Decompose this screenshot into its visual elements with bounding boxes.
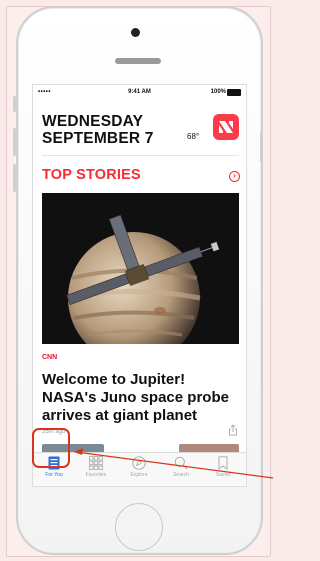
search-icon [174,456,188,470]
tab-label: Explore [130,472,148,478]
status-bar: ••••• 9:41 AM 100% [33,85,246,99]
date-heading: WEDNESDAY SEPTEMBER 7 [42,113,154,147]
phone-screen: ••••• 9:41 AM 100% WEDNESDAY SEPTEMBER 7… [32,84,247,487]
header-divider [42,155,239,156]
compass-icon [132,456,146,470]
tab-saved[interactable]: Saved [205,456,241,478]
chevron-right-icon[interactable]: › [229,171,240,182]
story-source[interactable]: CNN [42,354,57,361]
mute-switch [13,96,16,112]
earpiece-speaker [115,58,161,64]
home-button[interactable] [115,503,163,551]
tab-label: Search [173,472,189,478]
tab-label: For You [45,472,63,478]
battery-icon [227,89,241,96]
temperature: 68° [187,132,200,141]
battery-percent: 100% [210,89,226,95]
front-camera [131,28,140,37]
tab-favorites[interactable]: Favorites [78,456,114,478]
tab-search[interactable]: Search [163,456,199,478]
news-app-logo-icon[interactable] [213,114,239,140]
bookmark-icon [218,456,228,470]
favorites-grid-icon [89,456,103,470]
for-you-tab-highlight [32,428,70,468]
tab-label: Favorites [85,472,107,478]
tab-explore[interactable]: Explore [121,456,157,478]
volume-up-button [13,128,16,156]
volume-down-button [13,164,16,192]
story-headline[interactable]: Welcome to Jupiter! NASA's Juno space pr… [42,371,242,425]
share-icon[interactable] [228,423,238,436]
power-button [260,132,263,162]
section-title[interactable]: TOP STORIES [42,167,141,183]
weekday: WEDNESDAY [42,113,144,130]
jupiter-juno-illustration [42,193,239,344]
iphone-frame: ••••• 9:41 AM 100% WEDNESDAY SEPTEMBER 7… [13,6,263,555]
month-day: SEPTEMBER 7 [42,130,154,147]
tab-label: Saved [215,472,231,478]
story-hero-image[interactable] [42,193,239,344]
